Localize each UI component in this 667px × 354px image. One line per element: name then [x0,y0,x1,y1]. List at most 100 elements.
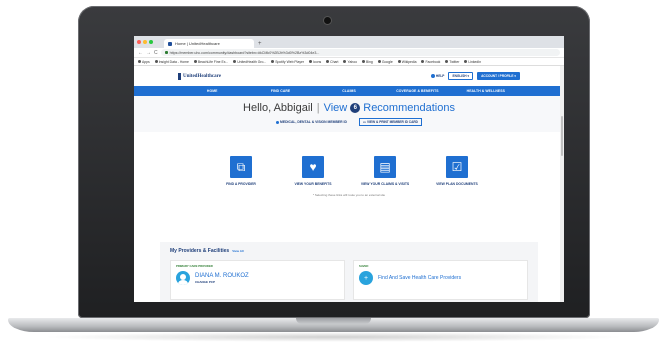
action-find-provider[interactable]: ⧉ FIND A PROVIDER [216,156,266,187]
action-label: VIEW PLAN DOCUMENTS [436,182,478,186]
view-label: View [323,102,348,114]
greeting: Hello, Abbigail [243,102,313,114]
bookmark-item[interactable]: BeachLife Fine Ex... [193,59,229,64]
new-tab-button[interactable]: + [258,41,262,47]
bookmark-label: Wikipedia [401,59,417,64]
change-pcp-link[interactable]: CHANGE PCP [195,280,249,284]
bookmark-label: Bing [366,59,373,64]
nav-claims[interactable]: CLAIMS [315,89,383,93]
account-dropdown[interactable]: ACCOUNT / PROFILE ▾ [477,72,520,80]
providers-section: My Providers & Facilities View All PRIMA… [160,242,538,302]
lock-icon [164,51,168,54]
browser-tabbar: Home | UnitedHealthcare + [134,36,564,48]
bookmark-icon [326,60,330,63]
bookmark-label: BeachLife Fine Ex... [197,59,229,64]
bookmark-item[interactable]: Google [377,59,393,64]
bookmark-item[interactable]: Bing [362,60,373,64]
laptop-screen: Home | UnitedHealthcare + ← → C https://… [134,36,564,302]
action-label: VIEW YOUR CLAIMS & VISITS [360,182,410,186]
browser-tab[interactable]: Home | UnitedHealthcare [164,39,254,48]
bookmark-label: Twitter [449,59,460,64]
site-logo[interactable]: UnitedHealthcare [178,72,221,80]
bookmark-label: Chart [330,59,339,64]
bookmark-icon [271,60,275,63]
bookmark-item[interactable]: Icons [309,60,321,64]
minimize-window-button[interactable] [143,40,147,44]
checklist-icon: ☑ [446,156,468,178]
site-header: UnitedHealthcare HELP ENGLISH ▾ ACCOUNT … [134,66,564,86]
nav-health-wellness[interactable]: HEALTH & WELLNESS [452,89,520,93]
providers-title: My Providers & Facilities [170,248,230,254]
bookmark-label: LinkedIn [468,59,482,64]
bookmark-item[interactable]: Yahoo [343,60,357,64]
address-bar[interactable]: https://member.uhc.com/community/dashboa… [160,49,560,56]
help-link[interactable]: HELP [430,74,445,78]
card-icon: ▭ [362,120,366,124]
bookmark-item[interactable]: LinkedIn [464,60,481,64]
provider-icon: ⧉ [230,156,252,178]
bookmark-icon [464,60,468,63]
close-window-button[interactable] [137,40,141,44]
bookmark-label: Google [381,59,393,64]
window-controls [137,40,153,44]
find-save-providers-link[interactable]: Find And Save Health Care Providers [378,275,461,281]
print-id-label: VIEW & PRINT MEMBER ID CARD [366,120,418,124]
greeting-separator: | [316,102,320,114]
reload-icon[interactable]: C [154,50,158,56]
bookmark-item[interactable]: Twitter [445,60,459,64]
bookmark-item[interactable]: Facebook [421,60,440,64]
document-icon: ▤ [374,156,396,178]
bookmark-item[interactable]: UnitedHealth Gro... [233,60,266,64]
nav-home[interactable]: HOME [178,89,246,93]
print-id-card-button[interactable]: ▭ VIEW & PRINT MEMBER ID CARD [358,118,422,126]
nav-coverage-benefits[interactable]: COVERAGE & BENEFITS [383,89,451,93]
recommendations-link[interactable]: View 6 Recommendations [324,102,455,114]
language-dropdown[interactable]: ENGLISH ▾ [448,72,474,80]
bookmark-icon [377,60,381,63]
bookmark-item[interactable]: Apps [138,60,150,64]
bookmark-label: Apps [142,59,150,64]
back-icon[interactable]: ← [138,50,143,56]
add-provider-icon: + [359,271,373,285]
action-view-benefits[interactable]: ♥ VIEW YOUR BENEFITS [288,156,338,187]
heart-icon: ♥ [302,156,324,178]
logo-icon [178,72,181,80]
logo-text: UnitedHealthcare [183,73,221,79]
bookmark-label: Facebook [425,59,441,64]
view-all-link[interactable]: View All [232,249,243,253]
camera-icon [324,17,331,24]
member-id-link[interactable]: MEDICAL, DENTAL & VISION MEMBER ID [276,120,347,124]
maximize-window-button[interactable] [149,40,153,44]
provider-avatar-icon [176,271,190,285]
action-view-plan-documents[interactable]: ☑ VIEW PLAN DOCUMENTS [432,156,482,187]
bookmark-icon [154,60,158,63]
action-label: FIND A PROVIDER [226,182,256,186]
scrollbar[interactable] [560,66,564,302]
pcp-name[interactable]: DIANA M. ROUKOZ [195,273,249,279]
nav-find-care[interactable]: FIND CARE [246,89,314,93]
bookmark-icon [362,60,366,63]
pcp-label: PRIMARY CARE PROVIDER [176,264,213,268]
action-label: VIEW YOUR BENEFITS [294,182,332,186]
bookmark-label: Insight Data - Home [158,59,189,64]
bookmark-item[interactable]: Wikipedia [397,59,417,64]
bookmark-item[interactable]: Spotify Web Player [271,60,304,64]
saved-label: SAVED [359,264,369,268]
action-view-claims[interactable]: ▤ VIEW YOUR CLAIMS & VISITS [360,156,410,187]
tab-title: Home | UnitedHealthcare [175,41,220,46]
forward-icon[interactable]: → [146,50,151,56]
laptop-mockup: Home | UnitedHealthcare + ← → C https://… [0,0,667,354]
bookmark-item[interactable]: Chart [326,60,338,64]
bookmarks-bar: Apps Insight Data - Home BeachLife Fine Ex… [134,58,564,66]
laptop-notch [296,318,371,324]
url-text: https://member.uhc.com/community/dashboa… [169,50,320,55]
favicon-icon [168,41,172,46]
info-icon [276,120,280,124]
main-nav: HOME FIND CARE CLAIMS COVERAGE & BENEFIT… [134,86,564,96]
help-label: HELP [435,74,445,78]
bookmark-label: Icons [313,59,322,64]
member-id-label: MEDICAL, DENTAL & VISION MEMBER ID [280,120,347,124]
scrollbar-thumb[interactable] [561,116,563,156]
bookmark-icon [445,60,449,63]
bookmark-item[interactable]: Insight Data - Home [154,59,189,64]
